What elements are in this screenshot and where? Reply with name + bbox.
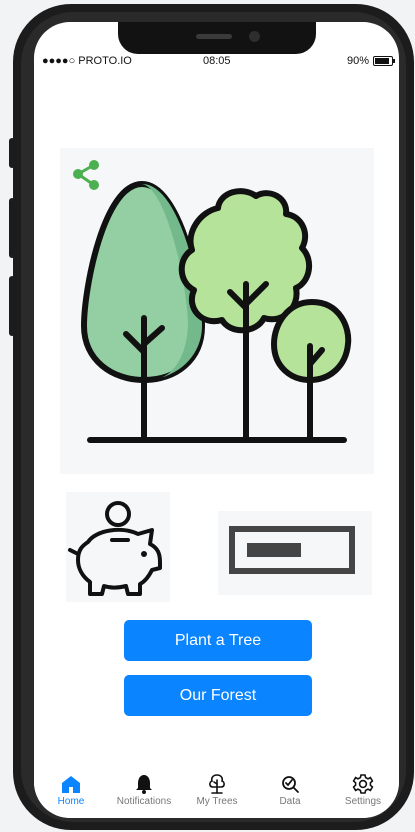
plant-tree-button[interactable]: Plant a Tree	[124, 620, 312, 661]
tab-settings[interactable]: Settings	[326, 772, 399, 807]
tab-notifications-label: Notifications	[116, 796, 172, 807]
battery-indicator: 90%	[346, 55, 395, 67]
speaker-grille	[196, 34, 232, 39]
trees-icon	[81, 181, 352, 443]
tab-my-trees[interactable]: My Trees	[180, 772, 254, 807]
carrier-label: ●●●●○ PROTO.IO	[42, 55, 132, 67]
forest-illustration	[60, 148, 374, 474]
tab-home[interactable]: Home	[34, 772, 108, 807]
battery-percent: 90%	[346, 55, 369, 67]
tab-bar: Home Notifications My Trees Data Setting…	[34, 768, 399, 818]
screen: ●●●●○ PROTO.IO 08:05 90% Plant a Tree Ou…	[34, 22, 399, 818]
home-icon	[62, 776, 80, 793]
clock: 08:05	[203, 55, 231, 67]
progress-bar-icon	[229, 526, 355, 574]
battery-icon	[373, 56, 395, 66]
data-search-icon	[282, 776, 299, 793]
tab-notifications[interactable]: Notifications	[107, 772, 181, 807]
tab-data[interactable]: Data	[253, 772, 327, 807]
piggy-bank-card[interactable]	[66, 492, 170, 602]
volume-up-button	[9, 198, 15, 258]
our-forest-button[interactable]: Our Forest	[124, 675, 312, 716]
volume-down-button	[9, 276, 15, 336]
tab-home-label: Home	[57, 796, 85, 807]
gear-icon	[352, 774, 374, 794]
front-camera	[249, 31, 260, 42]
tab-data-label: Data	[279, 796, 301, 807]
tree-icon	[209, 774, 225, 794]
piggy-bank-icon	[68, 501, 162, 596]
status-bar: ●●●●○ PROTO.IO 08:05 90%	[34, 55, 399, 71]
tab-my-trees-label: My Trees	[196, 796, 238, 807]
mute-switch	[9, 138, 15, 168]
tab-settings-label: Settings	[344, 796, 382, 807]
bell-icon	[136, 775, 152, 794]
progress-widget	[218, 511, 372, 595]
notch	[118, 22, 316, 54]
